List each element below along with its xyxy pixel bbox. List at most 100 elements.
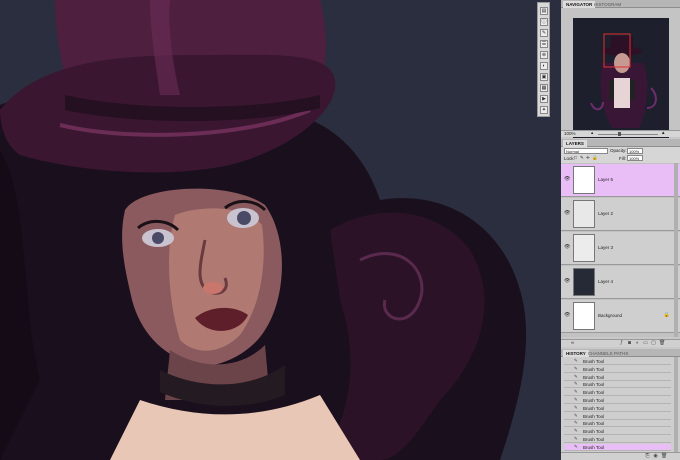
brush-tool-icon: ✎: [574, 428, 578, 434]
brush-icon[interactable]: ✎: [540, 29, 548, 37]
history-state[interactable]: ✎ Brush Tool: [564, 428, 671, 436]
fill-field[interactable]: 100%: [627, 155, 643, 161]
history-state[interactable]: ✎ Brush Tool: [564, 420, 671, 428]
histogram-icon[interactable]: ▤: [540, 7, 548, 15]
brush-tool-icon: ✎: [574, 358, 578, 363]
navigator-panel: [561, 8, 680, 138]
lock-all-icon[interactable]: 🔒: [592, 155, 598, 161]
opacity-field[interactable]: 100%: [627, 148, 643, 154]
layer-name[interactable]: Layer 2: [598, 211, 613, 216]
delete-state-icon[interactable]: 🗑: [661, 454, 667, 459]
tab-histogram[interactable]: HISTOGRAM: [591, 1, 624, 8]
adjustments-icon[interactable]: ◐: [540, 62, 548, 70]
layer-row[interactable]: 👁 Layer 5: [561, 164, 680, 197]
navigator-preview[interactable]: [573, 18, 669, 138]
layer-name[interactable]: Layer 3: [598, 245, 613, 250]
brush-tool-icon: ✎: [574, 412, 578, 418]
layer-thumbnail: [573, 234, 595, 262]
navigator-zoom-bar: 100% ▴ ▲: [561, 130, 680, 137]
history-state[interactable]: ✎ Brush Tool: [564, 389, 671, 397]
new-layer-icon[interactable]: ▢: [651, 341, 656, 346]
history-state[interactable]: ✎ Brush Tool: [564, 443, 671, 451]
zoom-slider-thumb[interactable]: [618, 132, 621, 136]
layer-row[interactable]: 👁 Layer 3: [561, 232, 680, 265]
history-scrollbar[interactable]: [674, 357, 678, 452]
visibility-eye-icon[interactable]: 👁: [564, 245, 570, 250]
zoom-in-icon[interactable]: ▲: [661, 130, 665, 135]
visibility-eye-icon[interactable]: 👁: [564, 313, 570, 318]
new-group-icon[interactable]: ▭: [643, 341, 648, 346]
layers-footer: ∞ ƒ ◙ ◐ ▭ ▢ 🗑: [561, 339, 680, 347]
styles-icon[interactable]: ✦: [540, 106, 548, 114]
masks-icon[interactable]: ▣: [540, 73, 548, 81]
layer-name[interactable]: Background: [598, 313, 622, 318]
adjustment-layer-icon[interactable]: ◐: [635, 341, 640, 346]
history-state-label: Brush Tool: [583, 374, 605, 380]
link-layers-icon[interactable]: ∞: [571, 340, 574, 345]
history-tabbar: HISTORY CHANNELS PATHS: [561, 349, 680, 357]
layer-thumbnail: [573, 302, 595, 330]
layer-row[interactable]: 👁 Layer 4: [561, 266, 680, 299]
history-state[interactable]: ✎ Brush Tool: [564, 405, 671, 412]
blend-mode-select[interactable]: Normal: [564, 148, 608, 154]
document-canvas[interactable]: [0, 0, 535, 460]
brush-tool-icon: ✎: [574, 443, 578, 449]
tab-paths[interactable]: PATHS: [611, 350, 631, 357]
navigator-tabbar: NAVIGATOR HISTOGRAM: [561, 0, 680, 8]
history-state[interactable]: ✎ Brush Tool: [564, 366, 671, 373]
history-state-label: Brush Tool: [583, 398, 605, 403]
history-state-label: Brush Tool: [583, 421, 605, 427]
brush-tool-icon: ✎: [574, 389, 578, 395]
history-state[interactable]: ✎ Brush Tool: [564, 413, 671, 420]
history-state-label: Brush Tool: [583, 366, 605, 372]
zoom-out-icon[interactable]: ▴: [591, 130, 593, 136]
history-list: ✎ Brush Tool ✎ Brush Tool ✎ Brush Tool ✎ Brush …: [561, 357, 680, 452]
lock-transparent-icon[interactable]: □: [574, 155, 577, 160]
swatches-icon[interactable]: ▦: [540, 84, 548, 92]
lock-position-icon[interactable]: ✛: [586, 155, 590, 161]
brush-tool-icon: ✎: [574, 397, 578, 402]
navigator-thumbnail: [573, 18, 669, 138]
layers-tabbar: LAYERS: [561, 139, 680, 147]
history-state-label: Brush Tool: [583, 390, 605, 396]
layer-thumbnail: [573, 268, 595, 296]
layer-row[interactable]: 👁 Background 🔒: [561, 300, 680, 333]
layer-row[interactable]: 👁 Layer 2: [561, 198, 680, 231]
history-state-label: Brush Tool: [583, 429, 605, 435]
new-snapshot-icon[interactable]: ◉: [653, 454, 658, 459]
history-state-label: Brush Tool: [583, 405, 605, 411]
history-state[interactable]: ✎ Brush Tool: [564, 381, 671, 389]
actions-icon[interactable]: ▶: [540, 95, 548, 103]
visibility-eye-icon[interactable]: 👁: [564, 211, 570, 216]
layer-name[interactable]: Layer 4: [598, 279, 613, 284]
layers-scrollbar[interactable]: [674, 163, 678, 337]
zoom-value[interactable]: 100%: [564, 131, 576, 136]
history-state[interactable]: ✎ Brush Tool: [564, 358, 671, 365]
history-state-label: Brush Tool: [583, 382, 605, 388]
history-state[interactable]: ✎ Brush Tool: [564, 436, 671, 443]
lock-icon: 🔒: [663, 312, 670, 318]
layer-name[interactable]: Layer 5: [598, 177, 613, 182]
lock-image-icon[interactable]: ✎: [580, 155, 584, 161]
opacity-label: Opacity:: [610, 148, 627, 153]
brush-tool-icon: ✎: [574, 373, 578, 379]
new-document-from-state-icon[interactable]: ⎘: [645, 454, 650, 459]
visibility-eye-icon[interactable]: 👁: [564, 177, 570, 182]
fx-icon[interactable]: ƒ: [619, 341, 624, 346]
delete-layer-icon[interactable]: 🗑: [659, 341, 665, 346]
layer-comps-icon[interactable]: ☰: [540, 40, 548, 48]
info-icon[interactable]: ⓘ: [540, 18, 548, 26]
painting-artwork: [0, 0, 535, 460]
zoom-slider[interactable]: [598, 134, 658, 135]
history-state-label: Brush Tool: [583, 437, 605, 442]
history-state[interactable]: ✎ Brush Tool: [564, 397, 671, 404]
history-state[interactable]: ✎ Brush Tool: [564, 374, 671, 381]
add-mask-icon[interactable]: ◙: [627, 341, 632, 346]
brush-tool-icon: ✎: [574, 436, 578, 441]
tab-layers[interactable]: LAYERS: [563, 140, 587, 147]
visibility-eye-icon[interactable]: 👁: [564, 279, 570, 284]
layers-list: 👁 Layer 5 👁 Layer 2 👁 Layer 3 👁 Layer 4 👁 Backgro…: [561, 163, 680, 337]
clone-source-icon[interactable]: ⊕: [540, 51, 548, 59]
history-footer: ⎘ ◉ 🗑: [561, 452, 680, 460]
fill-label: Fill:: [619, 156, 626, 161]
